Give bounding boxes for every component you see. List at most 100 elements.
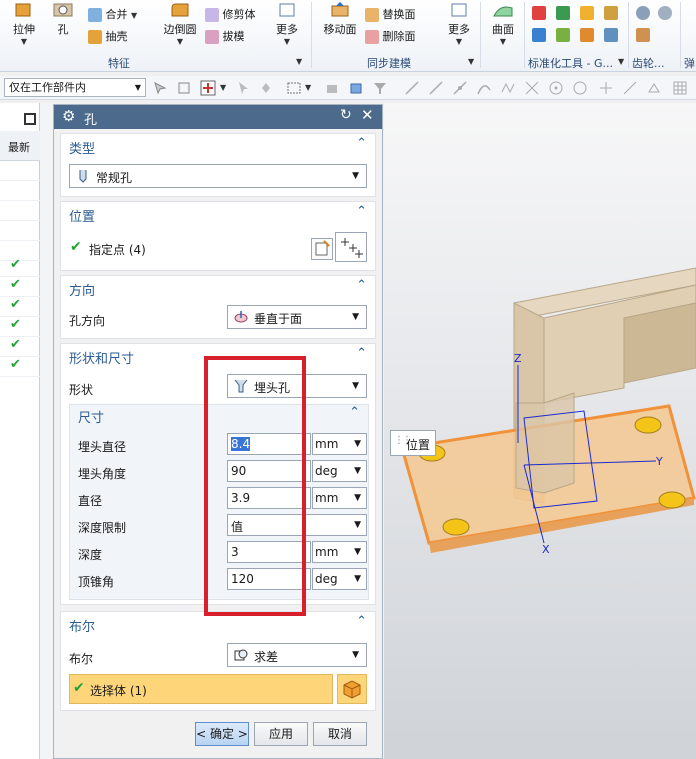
- countersunk-hole-marker[interactable]: [634, 416, 662, 434]
- replace-face-button[interactable]: 替换面: [365, 6, 416, 22]
- chevron-down-icon[interactable]: ▼: [442, 37, 476, 46]
- chevron-up-icon[interactable]: ⌃: [356, 204, 367, 219]
- chevron-up-icon[interactable]: ⌃: [356, 346, 367, 361]
- boolean-dropdown[interactable]: 求差 ▼: [227, 643, 367, 667]
- surface-button[interactable]: 曲面 ▼: [486, 2, 520, 46]
- filter-icon[interactable]: [372, 80, 388, 96]
- more-button[interactable]: 更多 ▼: [270, 2, 304, 46]
- chevron-up-icon[interactable]: ⌃: [356, 136, 367, 151]
- chevron-up-icon[interactable]: ⌃: [356, 614, 367, 629]
- hole-button[interactable]: 孔: [50, 2, 76, 37]
- selection-filter-icon[interactable]: [152, 80, 168, 96]
- chevron-down-icon[interactable]: ▼: [305, 83, 311, 92]
- selection-scope-dropdown[interactable]: 仅在工作部件内 ▼: [4, 78, 146, 97]
- snap-point-icon[interactable]: [176, 80, 192, 96]
- shell-button[interactable]: 抽壳: [88, 28, 128, 44]
- tool-icon[interactable]: [580, 6, 594, 20]
- hole-type-dropdown[interactable]: 常规孔 ▼: [69, 164, 367, 188]
- unite-button[interactable]: 合并 ▼: [88, 6, 137, 22]
- cube-icon[interactable]: [348, 80, 364, 96]
- position-tooltip[interactable]: ⋮⋮ 位置: [390, 430, 436, 456]
- ok-button[interactable]: < 确定 >: [195, 722, 249, 746]
- section-title-position[interactable]: 位置: [69, 206, 95, 225]
- edge-blend-button[interactable]: 边倒圆 ▼: [160, 2, 200, 46]
- unit-dropdown[interactable]: deg ▼: [312, 460, 367, 482]
- snap-curve-icon[interactable]: [476, 80, 492, 96]
- chevron-down-icon[interactable]: ▼: [486, 37, 520, 46]
- select-body-button[interactable]: [337, 674, 367, 704]
- snap-on-face-icon[interactable]: [646, 80, 662, 96]
- nav-column-header[interactable]: 最新: [0, 131, 40, 161]
- subsection-title-dimensions[interactable]: 尺寸: [78, 407, 104, 426]
- chevron-up-icon[interactable]: ⌃: [356, 278, 367, 293]
- snap-existing-point-icon[interactable]: [598, 80, 614, 96]
- snap-center-icon[interactable]: [548, 80, 564, 96]
- gear-icon[interactable]: [636, 28, 650, 42]
- group-expand-icon[interactable]: ▼: [468, 57, 474, 66]
- dialog-title-bar[interactable]: ⚙ 孔 ↻ ✕: [54, 105, 382, 129]
- grid-icon[interactable]: [672, 80, 688, 96]
- group-expand-icon[interactable]: ▼: [618, 57, 624, 66]
- standard-tools-icons[interactable]: [530, 4, 626, 50]
- nav-row[interactable]: [0, 221, 40, 241]
- snap-endpoint-icon[interactable]: [404, 80, 420, 96]
- nav-row[interactable]: ✔: [0, 257, 40, 277]
- countersunk-hole-marker[interactable]: [658, 491, 686, 509]
- draft-button[interactable]: 拔模: [205, 28, 245, 44]
- cancel-button[interactable]: 取消: [313, 722, 367, 746]
- gear-tools-icons[interactable]: [634, 4, 678, 50]
- nav-row[interactable]: [0, 201, 40, 221]
- chevron-down-icon[interactable]: ▼: [131, 11, 137, 20]
- sketch-section-button[interactable]: [311, 238, 333, 260]
- apply-button[interactable]: 应用: [254, 722, 308, 746]
- unit-dropdown[interactable]: mm ▼: [312, 541, 367, 563]
- point-dialog-button[interactable]: [335, 232, 367, 262]
- section-title-boolean[interactable]: 布尔: [69, 616, 95, 635]
- chevron-up-icon[interactable]: ⌃: [349, 405, 360, 420]
- section-title-type[interactable]: 类型: [69, 138, 95, 157]
- tool-icon[interactable]: [532, 6, 546, 20]
- tool-icon[interactable]: [556, 6, 570, 20]
- nav-row[interactable]: ✔: [0, 337, 40, 357]
- specify-point-label[interactable]: 指定点 (4): [89, 241, 146, 258]
- tool-icon[interactable]: [604, 28, 618, 42]
- delete-face-button[interactable]: 删除面: [365, 28, 416, 44]
- chevron-down-icon[interactable]: ▼: [6, 37, 42, 46]
- unit-dropdown[interactable]: mm ▼: [312, 433, 367, 455]
- group-expand-icon[interactable]: ▼: [296, 57, 302, 66]
- unit-dropdown[interactable]: deg ▼: [312, 568, 367, 590]
- trim-body-button[interactable]: 修剪体: [205, 6, 256, 22]
- tool-icon[interactable]: [556, 28, 570, 42]
- chevron-down-icon[interactable]: ▼: [160, 37, 200, 46]
- nav-row[interactable]: ✔: [0, 357, 40, 377]
- extrude-button[interactable]: 拉伸 ▼: [6, 2, 42, 46]
- gear-icon[interactable]: [636, 6, 650, 20]
- solid-body-icon[interactable]: [324, 80, 340, 96]
- section-title-shape[interactable]: 形状和尺寸: [69, 348, 134, 367]
- chevron-down-icon[interactable]: ▼: [270, 37, 304, 46]
- snap-quadrant-icon[interactable]: [572, 80, 588, 96]
- maximize-icon[interactable]: [24, 113, 36, 125]
- nav-row[interactable]: [0, 181, 40, 201]
- snap-intersection-icon[interactable]: [524, 80, 540, 96]
- nav-row[interactable]: ✔: [0, 277, 40, 297]
- nav-row[interactable]: ✔: [0, 317, 40, 337]
- tool-icon[interactable]: [604, 6, 618, 20]
- unit-dropdown[interactable]: mm ▼: [312, 487, 367, 509]
- snap-midpoint-icon[interactable]: [452, 80, 468, 96]
- snap-line-icon[interactable]: [428, 80, 444, 96]
- chevron-down-icon[interactable]: ▼: [220, 83, 226, 92]
- hole-direction-dropdown[interactable]: 垂直于面 ▼: [227, 305, 367, 329]
- model-upright[interactable]: [515, 392, 575, 494]
- gear-icon[interactable]: ⚙: [62, 107, 75, 125]
- snap-on-curve-icon[interactable]: [622, 80, 638, 96]
- select-body-row[interactable]: ✔ 选择体 (1): [69, 674, 333, 704]
- tool-icon[interactable]: [532, 28, 546, 42]
- section-title-direction[interactable]: 方向: [69, 280, 95, 299]
- nav-row[interactable]: [0, 161, 40, 181]
- close-icon[interactable]: ✕: [361, 106, 374, 124]
- rectangle-select-icon[interactable]: [286, 80, 302, 96]
- move-face-button[interactable]: 移动面: [320, 2, 360, 37]
- gear-icon[interactable]: [658, 6, 672, 20]
- reset-icon[interactable]: ↻: [340, 107, 352, 123]
